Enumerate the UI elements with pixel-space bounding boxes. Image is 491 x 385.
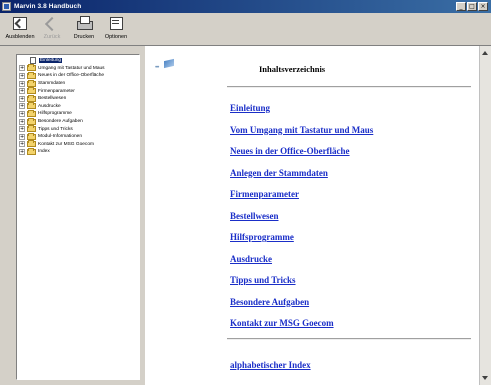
book-icon [27,71,36,79]
maximize-button[interactable]: □ [467,2,477,11]
tree-item-label: Modul-Informationen [38,134,82,140]
tree-item-label: Umgang mit Tastatur und Maus [38,65,105,71]
tree-item-label: Index [38,149,50,155]
back-button[interactable]: Zurück [36,13,68,43]
hide-label: Ausblenden [5,34,35,40]
help-app-icon [2,2,11,11]
scroll-down-icon[interactable] [482,376,488,380]
tree-item-label: Neues in der Office-Oberfläche [38,73,105,79]
spacer [19,57,25,64]
toc-link[interactable]: Tipps und Tricks [230,275,373,297]
topic-content-pane: ••• Inhaltsverzeichnis Einleitung Vom Um… [145,46,479,385]
page-title: Inhaltsverzeichnis [259,64,326,74]
book-icon [27,79,36,87]
toolbar: Ausblenden Zurück Drucken Optionen [0,13,491,46]
book-icon [27,102,36,110]
tree-item-label: Ausdrucke [38,103,61,109]
book-icon [27,109,36,117]
tree-item-label: Einleitung [39,58,63,64]
tree-item-label: Stammdaten [38,81,66,87]
book-icon [27,132,36,140]
expand-icon[interactable]: + [19,118,25,125]
contents-tree-pane[interactable]: Einleitung + Umgang mit Tastatur und Mau… [16,54,140,380]
minimize-button[interactable]: _ [456,2,466,11]
toc-link[interactable]: Vom Umgang mit Tastatur und Maus [230,125,373,147]
options-button[interactable]: Optionen [100,13,132,43]
hide-button[interactable]: Ausblenden [4,13,36,43]
tree-item-label: Besondere Aufgaben [38,119,83,125]
book-icon [27,147,36,155]
window-title: Marvin 3.8 Handbuch [14,3,82,10]
toc-link[interactable]: Besondere Aufgaben [230,297,373,319]
tree-item-label: Bestellwesen [38,96,67,102]
options-label: Optionen [104,34,128,40]
printer-icon [76,16,93,30]
title-bar: Marvin 3.8 Handbuch _ □ × [0,0,491,13]
expand-icon[interactable]: + [19,65,25,72]
book-icon [27,87,36,95]
book-icon [27,140,36,148]
expand-icon[interactable]: + [19,72,25,79]
logo: ••• [155,58,179,71]
index-link[interactable]: alphabetischer Index [230,360,311,370]
print-label: Drucken [73,34,95,40]
toc-link[interactable]: Bestellwesen [230,211,373,233]
book-icon [27,117,36,125]
toc-link[interactable]: Einleitung [230,103,373,125]
back-arrow-icon [44,16,60,30]
divider [227,338,471,340]
toc-link[interactable]: Ausdrucke [230,254,373,276]
logo-dots: ••• [155,65,159,71]
page-icon [30,57,36,65]
close-button[interactable]: × [478,2,488,11]
expand-icon[interactable]: + [19,126,25,133]
book-icon [27,125,36,133]
tree-item-label: Tipps und Tricks [38,126,73,132]
hide-pane-icon [12,16,28,30]
book-icon [27,94,36,102]
vertical-scrollbar[interactable] [479,46,491,385]
flag-logo-icon [164,58,174,69]
expand-icon[interactable]: + [19,133,25,140]
print-button[interactable]: Drucken [68,13,100,43]
toc-link[interactable]: Anlegen der Stammdaten [230,168,373,190]
tree-item-label: Kontakt zur MSG Goecom [38,141,94,147]
expand-icon[interactable]: + [19,141,25,148]
book-icon [27,64,36,72]
expand-icon[interactable]: + [19,95,25,102]
scroll-up-icon[interactable] [482,51,488,55]
expand-icon[interactable]: + [19,103,25,110]
tree-item-label: Firmenparameter [38,88,75,94]
toc-link[interactable]: Hilfsprogramme [230,232,373,254]
expand-icon[interactable]: + [19,88,25,95]
tree-item[interactable]: + Index [19,147,105,156]
contents-tree: Einleitung + Umgang mit Tastatur und Mau… [19,57,105,156]
divider [227,86,471,88]
expand-icon[interactable]: + [19,148,25,155]
expand-icon[interactable]: + [19,110,25,117]
options-icon [108,16,124,30]
toc-link[interactable]: Kontakt zur MSG Goecom [230,318,373,340]
toc-link[interactable]: Firmenparameter [230,189,373,211]
expand-icon[interactable]: + [19,80,25,87]
toc-link-list: Einleitung Vom Umgang mit Tastatur und M… [230,103,373,340]
toc-link[interactable]: Neues in der Office-Oberfläche [230,146,373,168]
back-label: Zurück [43,34,61,40]
tree-item-label: Hilfsprogramme [38,111,72,117]
window-controls: _ □ × [456,2,488,11]
